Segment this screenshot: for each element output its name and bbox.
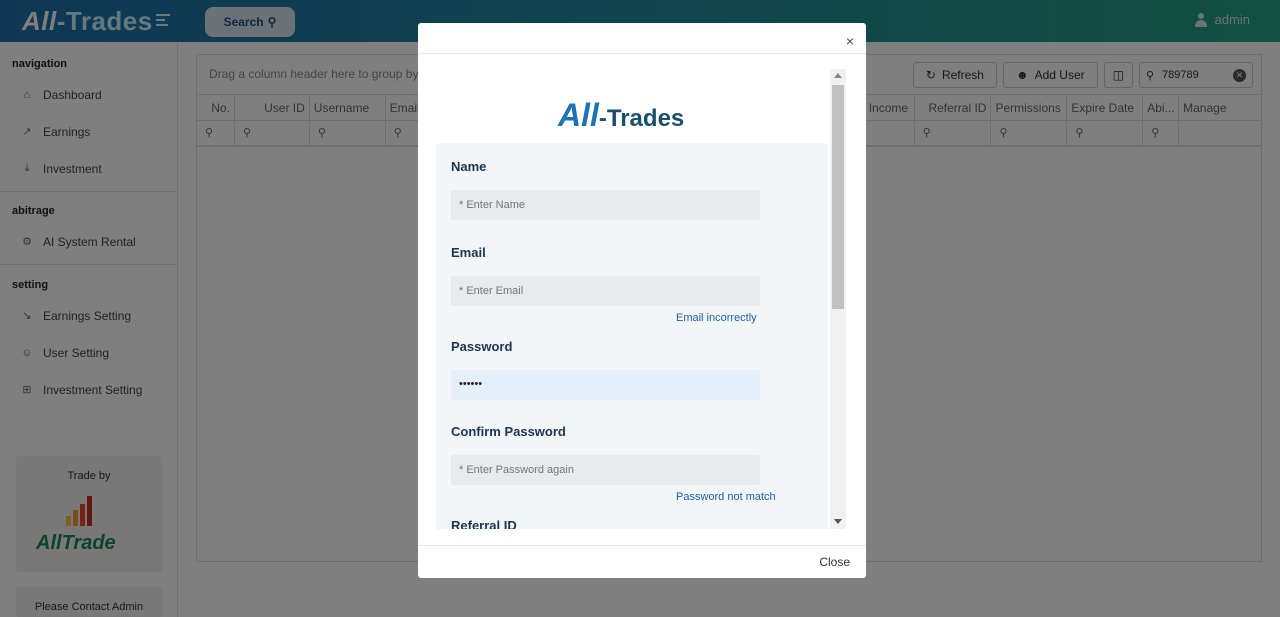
- name-label: Name: [451, 159, 487, 174]
- password-label: Password: [451, 339, 513, 354]
- close-icon[interactable]: ×: [846, 33, 854, 49]
- confirm-password-field[interactable]: [451, 455, 760, 485]
- close-button[interactable]: Close: [819, 555, 850, 569]
- scrollbar-thumb[interactable]: [832, 85, 844, 309]
- modal-logo: All-Trades: [558, 97, 685, 133]
- name-field[interactable]: [451, 190, 760, 220]
- modal-body[interactable]: All-Trades Name Email Email incorrectly …: [436, 69, 846, 529]
- divider: [418, 545, 866, 546]
- scrollbar[interactable]: [830, 69, 846, 529]
- scroll-down-icon[interactable]: [834, 519, 842, 524]
- scroll-up-icon[interactable]: [834, 73, 842, 78]
- add-user-modal: × All-Trades Name Email Email incorrectl…: [418, 23, 866, 578]
- password-field[interactable]: ••••••: [451, 370, 760, 400]
- divider: [418, 53, 866, 54]
- email-field[interactable]: [451, 276, 760, 306]
- referral-id-label: Referral ID: [451, 518, 517, 529]
- confirm-password-label: Confirm Password: [451, 424, 566, 439]
- password-error-text: Password not match: [676, 491, 776, 503]
- email-error-text: Email incorrectly: [676, 312, 757, 324]
- email-label: Email: [451, 245, 486, 260]
- user-form: Name Email Email incorrectly Password ••…: [436, 143, 828, 529]
